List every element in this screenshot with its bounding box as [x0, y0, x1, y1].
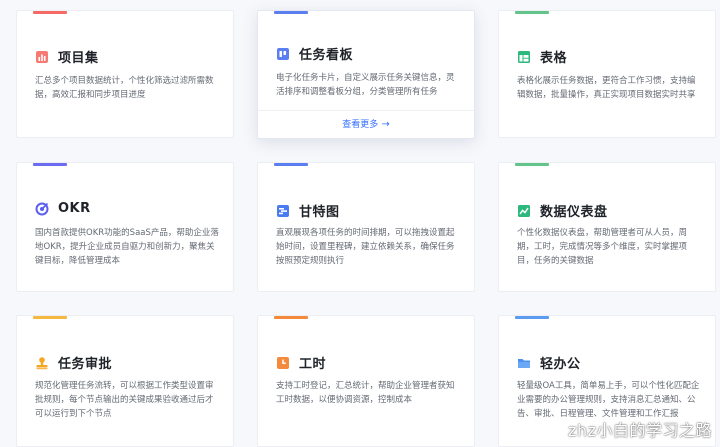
feature-card-table[interactable]: 表格 表格化展示任务数据，更符合工作习惯，支持编辑数据，批量操作，真正实现项目数… [498, 10, 716, 138]
clock-icon [276, 356, 290, 370]
card-accent-bar [274, 316, 308, 319]
card-description: 国内首款提供OKR功能的SaaS产品，帮助企业落地OKR，提升企业成员自驱力和创… [35, 228, 219, 266]
card-title: OKR [58, 201, 91, 216]
card-header: 轻办公 [517, 353, 581, 372]
card-header: 数据仪表盘 [517, 201, 608, 220]
card-description: 表格化展示任务数据，更符合工作习惯，支持编辑数据，批量操作，真正实现项目数据实时… [517, 76, 696, 100]
card-header: 工时 [276, 353, 326, 372]
card-title: 项目集 [58, 51, 99, 66]
card-accent-bar [274, 163, 308, 166]
target-icon [35, 202, 49, 216]
feature-card-okr[interactable]: OKR 国内首款提供OKR功能的SaaS产品，帮助企业落地OKR，提升企业成员自… [16, 162, 234, 292]
card-accent-bar [515, 163, 549, 166]
card-description: 轻量级OA工具，简单易上手，可以个性化匹配企业需要的办公管理规则，支持消息汇总通… [517, 381, 700, 419]
view-more-link[interactable]: 查看更多 → [258, 110, 474, 138]
gantt-chart-icon [276, 204, 290, 218]
card-header: OKR [35, 201, 91, 216]
card-title: 任务审批 [58, 357, 113, 372]
card-header: 项目集 [35, 47, 99, 66]
card-title: 轻办公 [540, 357, 581, 372]
card-accent-bar [274, 11, 308, 14]
card-accent-bar [515, 11, 549, 14]
watermark-text: zhz小白的学习之路 [568, 421, 712, 440]
feature-card-dashboard[interactable]: 数据仪表盘 个性化数据仪表盘，帮助管理者可从人员，周期，工时，完成情况等多个维度… [498, 162, 716, 292]
card-description: 直观展现各项任务的时间排期，可以拖拽设置起始时间，设置里程碑，建立依赖关系，确保… [276, 228, 455, 266]
arrow-right-icon: → [381, 119, 390, 130]
view-more-label: 查看更多 [342, 120, 379, 130]
card-accent-bar [33, 11, 67, 14]
stamp-icon [35, 356, 49, 370]
table-icon [517, 50, 531, 64]
card-accent-bar [33, 163, 67, 166]
feature-card-approval[interactable]: 任务审批 规范化管理任务流转，可以根据工作类型设置审批规则，每个节点输出的关键成… [16, 315, 234, 447]
feature-card-gantt[interactable]: 甘特图 直观展现各项任务的时间排期，可以拖拽设置起始时间，设置里程碑，建立依赖关… [257, 162, 475, 292]
card-title: 数据仪表盘 [540, 205, 608, 220]
feature-card-task-board[interactable]: 任务看板 电子化任务卡片，自定义展示任务关键信息，灵活排序和调整看板分组，分类管… [257, 10, 475, 139]
feature-grid: 项目集 汇总多个项目数据统计，个性化筛选过滤所需数据，高效汇报和同步项目进度 任… [0, 0, 720, 447]
card-title: 工时 [299, 357, 327, 372]
feature-card-project-set[interactable]: 项目集 汇总多个项目数据统计，个性化筛选过滤所需数据，高效汇报和同步项目进度 [16, 10, 234, 138]
card-header: 任务审批 [35, 353, 112, 372]
card-header: 甘特图 [276, 201, 340, 220]
folder-icon [517, 356, 531, 370]
card-accent-bar [515, 316, 549, 319]
card-accent-bar [33, 316, 67, 319]
card-title: 任务看板 [299, 48, 354, 63]
card-description: 个性化数据仪表盘，帮助管理者可从人员，周期，工时，完成情况等多个维度，实时掌握项… [517, 228, 688, 266]
kanban-board-icon [276, 47, 290, 61]
card-description: 规范化管理任务流转，可以根据工作类型设置审批规则，每个节点输出的关键成果验收通过… [35, 381, 214, 419]
card-title: 甘特图 [299, 205, 340, 220]
line-chart-icon [517, 204, 531, 218]
card-description: 电子化任务卡片，自定义展示任务关键信息，灵活排序和调整看板分组，分类管理所有任务 [276, 73, 455, 97]
feature-card-work-hours[interactable]: 工时 支持工时登记，汇总统计，帮助企业管理者获知工时数据，以便协调资源，控制成本 [257, 315, 475, 447]
card-header: 表格 [517, 47, 567, 66]
card-title: 表格 [540, 51, 568, 66]
chart-bar-icon [35, 50, 49, 64]
card-description: 汇总多个项目数据统计，个性化筛选过滤所需数据，高效汇报和同步项目进度 [35, 76, 214, 100]
card-description: 支持工时登记，汇总统计，帮助企业管理者获知工时数据，以便协调资源，控制成本 [276, 381, 455, 405]
card-header: 任务看板 [276, 44, 353, 63]
